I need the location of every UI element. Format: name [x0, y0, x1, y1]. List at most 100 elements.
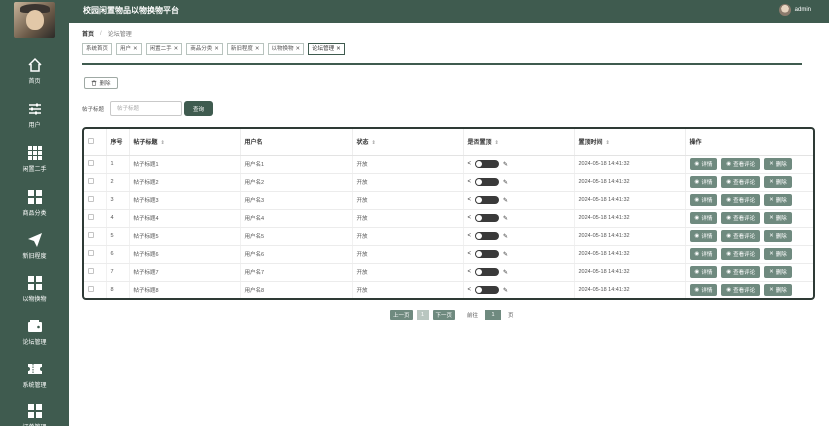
row-select-cell[interactable] — [84, 227, 107, 246]
view-comments-button[interactable]: ◉ 查看评论 — [721, 158, 761, 170]
user-menu[interactable]: admin — [778, 4, 811, 16]
view-comments-button[interactable]: ◉ 查看评论 — [721, 194, 761, 206]
sidebar-item-9[interactable]: 订单管理 — [0, 403, 69, 426]
detail-button[interactable]: ◉ 详情 — [689, 230, 718, 242]
row-select-cell[interactable] — [84, 209, 107, 228]
sidebar-item-3[interactable]: 闲置二手 — [0, 145, 69, 185]
tab-2[interactable]: 用户 ✕ — [116, 43, 142, 55]
sidebar-item-5[interactable]: 新旧程度 — [0, 232, 69, 272]
view-comments-button[interactable]: ◉ 查看评论 — [721, 212, 761, 224]
search-input[interactable] — [110, 101, 182, 116]
row-index: 5 — [106, 227, 130, 246]
close-icon[interactable]: ✕ — [296, 46, 301, 52]
goto-page-input[interactable]: 1 — [485, 310, 502, 320]
view-comments-button[interactable]: ◉ 查看评论 — [721, 266, 761, 278]
eye-icon: ◉ — [694, 197, 700, 203]
pin-toggle[interactable] — [475, 214, 500, 222]
col-status-header[interactable]: 状态 ⇕ — [352, 129, 464, 156]
eye-icon: ◉ — [694, 287, 700, 294]
pin-toggle[interactable] — [475, 286, 500, 295]
share-icon: < — [467, 197, 472, 203]
close-icon[interactable]: ✕ — [336, 46, 341, 52]
sidebar-item-label: 首页 — [28, 79, 41, 85]
delete-button[interactable]: ✕ 删除 — [764, 266, 792, 278]
col-pin-time-header[interactable]: 置顶时间 ⇕ — [574, 129, 686, 156]
detail-button[interactable]: ◉ 详情 — [689, 248, 718, 260]
row-checkbox[interactable] — [88, 178, 94, 184]
sidebar-item-6[interactable]: 以物换物 — [0, 275, 69, 315]
delete-button[interactable]: ✕ 删除 — [764, 176, 792, 188]
detail-button[interactable]: ◉ 详情 — [689, 212, 718, 224]
row-pin-time: 2024-05-18 14:41:32 — [574, 191, 686, 210]
sidebar-item-4[interactable]: 商品分类 — [0, 189, 69, 229]
tab-3[interactable]: 闲置二手 ✕ — [145, 43, 183, 55]
detail-button[interactable]: ◉ 详情 — [689, 194, 718, 206]
row-checkbox[interactable] — [88, 214, 94, 220]
delete-button[interactable]: ✕ 删除 — [764, 194, 792, 206]
detail-button[interactable]: ◉ 详情 — [689, 284, 718, 297]
detail-button[interactable]: ◉ 详情 — [689, 176, 718, 188]
row-checkbox[interactable] — [88, 250, 94, 256]
tab-7[interactable]: 论坛管理 ✕ — [308, 43, 345, 55]
top-header: 校园闲置物品以物换物平台 admin — [69, 0, 829, 23]
row-actions: ◉ 详情 ◉ 查看评论 ✕ 删除 — [685, 227, 813, 246]
row-checkbox[interactable] — [88, 196, 94, 202]
search-button[interactable]: 查询 — [184, 101, 213, 116]
delete-button[interactable]: ✕ 删除 — [764, 284, 792, 297]
tab-1[interactable]: 系统首页 — [82, 43, 113, 55]
page-number[interactable]: 1 — [416, 310, 429, 320]
close-icon[interactable]: ✕ — [133, 46, 138, 52]
row-checkbox[interactable] — [88, 286, 94, 293]
row-select-cell[interactable] — [84, 173, 107, 192]
pin-toggle[interactable] — [475, 196, 500, 204]
view-comments-button[interactable]: ◉ 查看评论 — [721, 248, 761, 260]
row-select-cell[interactable] — [84, 281, 107, 298]
sidebar-item-2[interactable]: 用户 — [0, 101, 69, 141]
view-comments-button[interactable]: ◉ 查看评论 — [721, 176, 761, 188]
row-checkbox[interactable] — [88, 232, 94, 238]
row-select-cell[interactable] — [84, 263, 107, 282]
delete-button[interactable]: ✕ 删除 — [764, 230, 792, 242]
row-select-cell[interactable] — [84, 245, 107, 264]
row-index: 8 — [106, 281, 130, 298]
detail-button[interactable]: ◉ 详情 — [689, 266, 718, 278]
delete-button[interactable]: ✕ 删除 — [764, 248, 792, 260]
row-select-cell[interactable] — [84, 155, 107, 174]
sidebar-item-1[interactable]: 首页 — [0, 57, 69, 97]
row-select-cell[interactable] — [84, 191, 107, 210]
bulk-delete-button[interactable]: 删除 — [84, 77, 118, 89]
select-all-checkbox[interactable] — [88, 137, 94, 144]
sort-icon[interactable]: ⇕ — [161, 140, 165, 146]
pin-toggle[interactable] — [475, 232, 500, 240]
sidebar-item-7[interactable]: 论坛管理 — [0, 318, 69, 358]
prev-page-button[interactable]: 上一页 — [390, 310, 413, 320]
close-icon[interactable]: ✕ — [174, 46, 179, 52]
sidebar-item-8[interactable]: 系统管理 — [0, 361, 69, 401]
close-icon[interactable]: ✕ — [255, 46, 260, 52]
row-checkbox[interactable] — [88, 268, 94, 274]
next-page-button[interactable]: 下一页 — [432, 310, 456, 320]
tab-4[interactable]: 商品分类 ✕ — [186, 43, 223, 55]
col-pinned-header[interactable]: 是否置顶 ⇕ — [463, 129, 575, 156]
detail-button[interactable]: ◉ 详情 — [689, 158, 718, 170]
tab-5[interactable]: 新旧程度 ✕ — [226, 43, 264, 55]
col-title-header[interactable]: 帖子标题 ⇕ — [129, 129, 241, 156]
breadcrumb-home[interactable]: 首页 — [82, 29, 94, 38]
delete-button[interactable]: ✕ 删除 — [764, 212, 792, 224]
sort-icon[interactable]: ⇕ — [606, 140, 610, 146]
delete-button[interactable]: ✕ 删除 — [764, 158, 792, 170]
select-all-header[interactable] — [84, 129, 107, 156]
view-comments-button[interactable]: ◉ 查看评论 — [721, 284, 761, 297]
sort-icon[interactable]: ⇕ — [372, 140, 376, 146]
tab-6[interactable]: 以物换物 ✕ — [267, 43, 305, 55]
pin-toggle[interactable] — [475, 250, 500, 258]
row-checkbox[interactable] — [88, 160, 94, 166]
close-icon[interactable]: ✕ — [214, 46, 219, 52]
pin-toggle[interactable] — [475, 268, 500, 276]
pin-toggle[interactable] — [475, 160, 500, 168]
eye-icon: ◉ — [694, 269, 700, 275]
sort-icon[interactable]: ⇕ — [495, 140, 499, 146]
view-comments-button[interactable]: ◉ 查看评论 — [721, 230, 761, 242]
pin-toggle[interactable] — [475, 178, 500, 186]
row-pin-time: 2024-05-18 14:41:32 — [574, 263, 686, 282]
